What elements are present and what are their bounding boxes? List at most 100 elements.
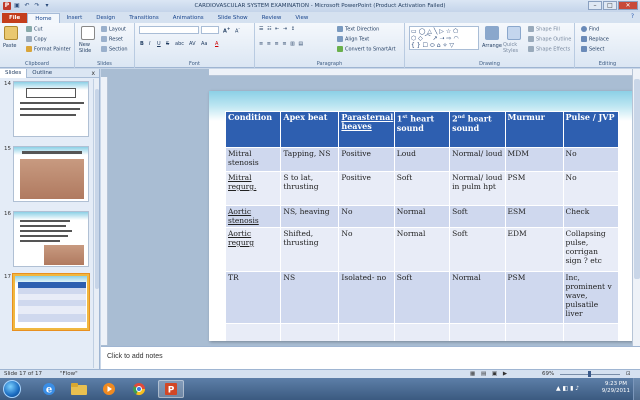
slide-canvas[interactable]: Condition Apex beat Parasternal heaves 1… [209, 91, 633, 341]
change-case-button[interactable]: Aa [201, 41, 207, 47]
quick-styles-icon[interactable] [507, 26, 521, 40]
close-panel-icon[interactable]: x [91, 69, 95, 78]
bold-button[interactable]: B [140, 41, 144, 47]
table-cell[interactable]: Mitral regurg. [224, 171, 282, 206]
table-cell[interactable]: PSM [504, 171, 564, 206]
table-cell[interactable]: Soft [449, 227, 506, 272]
header-first-heart-sound[interactable]: 1st heart sound [393, 111, 451, 148]
scrollbar-thumb[interactable] [634, 79, 640, 279]
tab-outline[interactable]: Outline [27, 69, 57, 78]
table-cell[interactable]: Normal [393, 205, 451, 228]
zoom-slider-handle[interactable] [588, 371, 591, 377]
reset-button[interactable]: Reset [101, 36, 123, 43]
font-color-button[interactable]: A [215, 41, 218, 47]
new-slide-icon[interactable] [81, 26, 95, 40]
horizontal-ruler[interactable] [209, 69, 633, 76]
table-cell[interactable]: Soft [393, 171, 451, 206]
start-button-icon[interactable] [3, 380, 21, 398]
table-cell[interactable]: Normal [393, 227, 451, 272]
table-cell[interactable] [224, 323, 282, 341]
taskbar-media-player-icon[interactable] [96, 380, 122, 398]
table-cell[interactable]: ESM [504, 205, 564, 228]
table-cell[interactable]: Normal/ loud [449, 147, 506, 172]
taskbar-chrome-icon[interactable] [126, 380, 152, 398]
table-cell[interactable]: S to lat, thrusting [280, 171, 340, 206]
tab-home[interactable]: Home [27, 13, 60, 23]
header-condition[interactable]: Condition [224, 111, 282, 148]
slide-vertical-scrollbar[interactable] [632, 69, 640, 346]
table-cell[interactable] [393, 323, 451, 341]
table-cell[interactable]: Isolated- no [338, 271, 395, 324]
notes-pane[interactable]: Click to add notes [101, 346, 640, 369]
table-cell[interactable]: NS, heaving [280, 205, 340, 228]
tab-design[interactable]: Design [89, 13, 122, 23]
tab-animations[interactable]: Animations [166, 13, 211, 23]
system-tray-icons[interactable]: ▲ ◧ ▮ ♪ [556, 385, 579, 392]
table-cell[interactable]: Mitral stenosis [224, 147, 282, 172]
taskbar-powerpoint-icon[interactable]: P [158, 380, 184, 398]
shape-effects-button[interactable]: Shape Effects [528, 46, 570, 53]
bullets-button[interactable]: ☰ ☷ ⇤ ⇥ ↕ [259, 26, 296, 32]
shape-fill-button[interactable]: Shape Fill [528, 26, 560, 33]
replace-button[interactable]: Replace [581, 36, 609, 43]
table-cell[interactable] [504, 323, 564, 341]
help-icon[interactable]: ? [631, 13, 634, 20]
tab-review[interactable]: Review [255, 13, 289, 23]
table-cell[interactable]: Soft [449, 205, 506, 228]
clock[interactable]: 9:23 PM 9/29/2011 [602, 381, 630, 395]
view-buttons[interactable]: ▦ ▤ ▣ ▶ [470, 371, 509, 377]
select-button[interactable]: Select [581, 46, 604, 53]
shape-outline-button[interactable]: Shape Outline [528, 36, 571, 43]
vertical-ruler[interactable] [101, 77, 108, 345]
table-cell[interactable]: Tapping, NS [280, 147, 340, 172]
table-cell[interactable]: Check [562, 205, 620, 228]
table-cell[interactable]: Normal [449, 271, 506, 324]
alignment-buttons[interactable]: ≡ ≡ ≡ ≡ ▥ ▤ [259, 41, 304, 47]
show-desktop-button[interactable] [633, 378, 640, 400]
arrange-button[interactable]: Arrange [482, 43, 502, 49]
header-parasternal-heaves[interactable]: Parasternal heaves [338, 111, 395, 148]
table-cell[interactable] [280, 323, 340, 341]
font-family-dropdown[interactable] [139, 26, 199, 34]
table-cell[interactable]: Inc, prominent v wave, pulsatile liver [562, 271, 620, 324]
table-cell[interactable] [449, 323, 506, 341]
table-cell[interactable]: NS [280, 271, 340, 324]
header-apex-beat[interactable]: Apex beat [280, 111, 340, 148]
table-cell[interactable]: MDM [504, 147, 564, 172]
tab-file[interactable]: File [2, 13, 28, 23]
italic-button[interactable]: I [149, 41, 150, 47]
header-second-heart-sound[interactable]: 2nd heart sound [449, 111, 506, 148]
quick-styles-button[interactable]: Quick Styles [503, 42, 525, 54]
fit-slide-icon[interactable]: ⊡ [626, 371, 631, 377]
tab-slides[interactable]: Slides [0, 68, 28, 78]
table-cell[interactable]: TR [224, 271, 282, 324]
table-cell[interactable]: Collapsing pulse, corrigan sign ? etc [562, 227, 620, 272]
smartart-button[interactable]: Convert to SmartArt [337, 46, 396, 53]
comparison-table[interactable]: Condition Apex beat Parasternal heaves 1… [224, 111, 620, 341]
table-cell[interactable]: No [338, 227, 395, 272]
table-cell[interactable]: Positive [338, 171, 395, 206]
table-cell[interactable]: No [562, 171, 620, 206]
shrink-font-button[interactable]: A- [235, 26, 240, 35]
table-cell[interactable]: Soft [393, 271, 451, 324]
table-cell[interactable]: Aortic stenosis [224, 205, 282, 228]
align-text-button[interactable]: Align Text [337, 36, 369, 43]
table-cell[interactable] [338, 323, 395, 341]
header-pulse-jvp[interactable]: Pulse / JVP [562, 111, 620, 148]
copy-button[interactable]: Copy [26, 36, 47, 43]
shapes-gallery[interactable]: ▭ ◯ △ ╲ ▷ ☆ ⬠ ⬡ ◇ ⌒ ↗ ➝ ⇨ ◠{ } ☐ ⬭ ⌂ ✧ ▽ [409, 26, 479, 50]
strikethrough-button[interactable]: S [166, 41, 169, 47]
cut-button[interactable]: Cut [26, 26, 43, 33]
tab-insert[interactable]: Insert [60, 13, 90, 23]
table-cell[interactable]: No [562, 147, 620, 172]
table-cell[interactable]: PSM [504, 271, 564, 324]
tab-view[interactable]: View [288, 13, 315, 23]
table-cell[interactable]: Aortic regurg [224, 227, 282, 272]
table-cell[interactable]: EDM [504, 227, 564, 272]
underline-button[interactable]: U [157, 41, 161, 47]
table-cell[interactable]: Shifted, thrusting [280, 227, 340, 272]
layout-button[interactable]: Layout [101, 26, 126, 33]
scrollbar-thumb[interactable] [95, 89, 99, 289]
table-cell[interactable]: Positive [338, 147, 395, 172]
find-button[interactable]: Find [581, 26, 599, 33]
